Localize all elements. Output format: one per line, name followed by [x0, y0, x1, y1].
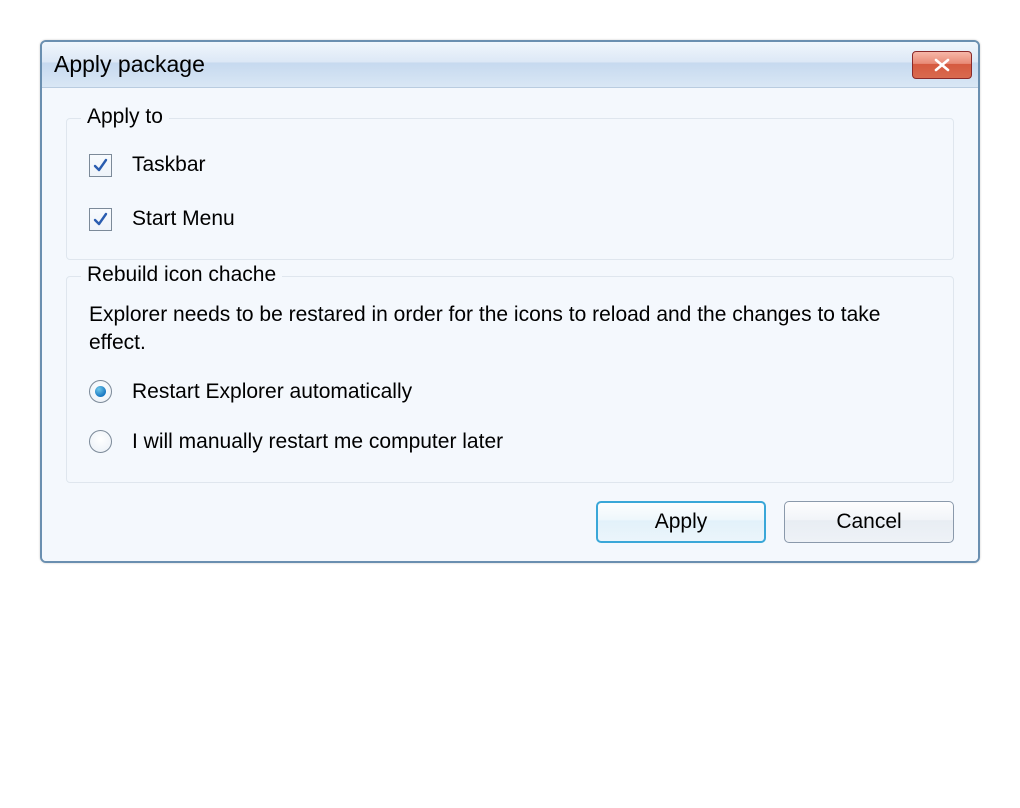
restart-manual-radio[interactable] [89, 430, 112, 453]
rebuild-description: Explorer needs to be restared in order f… [89, 301, 931, 358]
taskbar-checkbox[interactable] [89, 154, 112, 177]
taskbar-checkbox-row[interactable]: Taskbar [89, 153, 931, 177]
rebuild-group: Rebuild icon chache Explorer needs to be… [66, 276, 954, 483]
window-title: Apply package [54, 51, 205, 78]
startmenu-checkbox-row[interactable]: Start Menu [89, 207, 931, 231]
apply-button[interactable]: Apply [596, 501, 766, 543]
close-button[interactable] [912, 51, 972, 79]
apply-to-group: Apply to Taskbar Start Menu [66, 118, 954, 260]
checkmark-icon [92, 157, 109, 174]
restart-manual-radio-row[interactable]: I will manually restart me computer late… [89, 430, 931, 454]
apply-to-legend: Apply to [81, 105, 169, 129]
restart-auto-radio[interactable] [89, 380, 112, 403]
restart-auto-label: Restart Explorer automatically [132, 380, 412, 404]
cancel-button[interactable]: Cancel [784, 501, 954, 543]
taskbar-label: Taskbar [132, 153, 206, 177]
restart-manual-label: I will manually restart me computer late… [132, 430, 503, 454]
rebuild-legend: Rebuild icon chache [81, 263, 282, 287]
cancel-button-label: Cancel [836, 510, 901, 534]
dialog-window: Apply package Apply to Taskbar [40, 40, 980, 563]
apply-button-label: Apply [655, 510, 708, 534]
titlebar[interactable]: Apply package [42, 42, 978, 88]
restart-auto-radio-row[interactable]: Restart Explorer automatically [89, 380, 931, 404]
dialog-body: Apply to Taskbar Start Menu Reb [42, 88, 978, 561]
checkmark-icon [92, 211, 109, 228]
close-icon [933, 58, 951, 72]
button-row: Apply Cancel [66, 501, 954, 543]
startmenu-checkbox[interactable] [89, 208, 112, 231]
startmenu-label: Start Menu [132, 207, 235, 231]
